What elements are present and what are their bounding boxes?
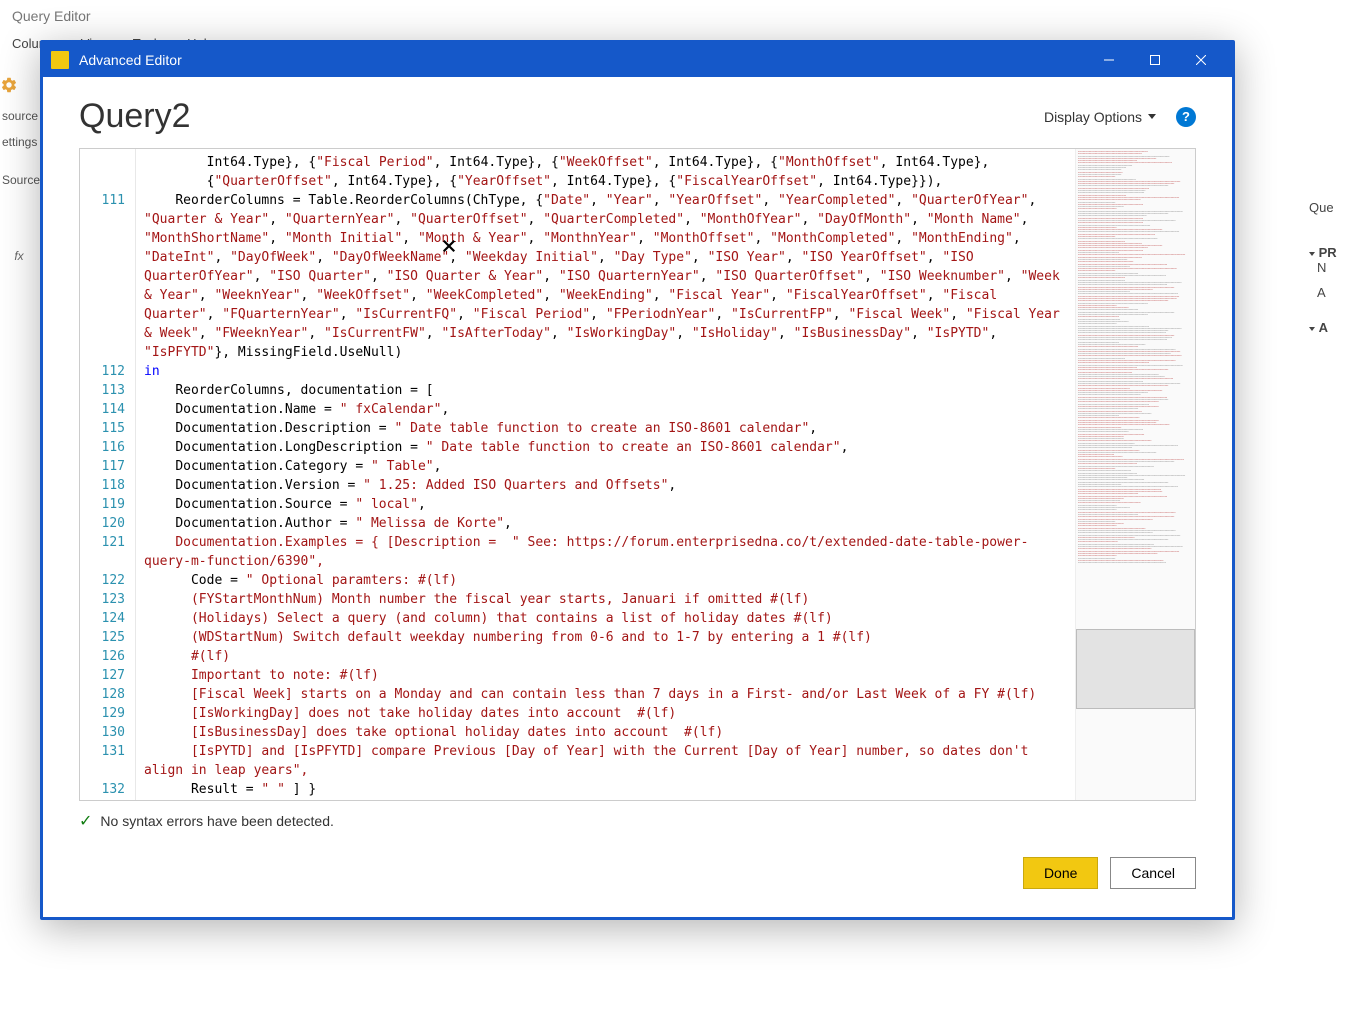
cancel-button[interactable]: Cancel [1110, 857, 1196, 889]
maximize-button[interactable] [1132, 43, 1178, 77]
minimize-button[interactable] [1086, 43, 1132, 77]
minimap[interactable]: xxxxxxxxxxxxxxxxxxxxxxxxxxxxxxxxxxxxxxxx… [1075, 149, 1195, 800]
status-text: No syntax errors have been detected. [100, 813, 333, 829]
fx-icon[interactable]: fx [0, 243, 38, 269]
done-button[interactable]: Done [1023, 857, 1098, 889]
bg-right-pr: PR [1319, 245, 1337, 260]
chevron-down-icon [1148, 114, 1156, 119]
modal-titlebar: Advanced Editor [43, 43, 1232, 77]
advanced-editor-modal: Advanced Editor Query2 Display Options ?… [40, 40, 1235, 920]
minimap-viewport[interactable] [1076, 629, 1195, 709]
bg-window-title: Query Editor [0, 0, 1347, 32]
bg-settings-label: ettings [0, 129, 38, 155]
modal-header: Query2 Display Options ? [43, 77, 1232, 148]
bg-right-panel: Que PR N A A [1309, 200, 1347, 335]
bg-right-que: Que [1309, 200, 1347, 215]
help-button[interactable]: ? [1176, 107, 1196, 127]
gear-icon [0, 76, 18, 94]
bg-right-al: A [1319, 320, 1328, 335]
bg-sources-label: Sources [0, 167, 38, 193]
close-button[interactable] [1178, 43, 1224, 77]
bg-right-a: A [1309, 285, 1347, 300]
check-icon: ✓ [79, 811, 92, 831]
code-text-area[interactable]: Int64.Type}, {"Fiscal Period", Int64.Typ… [136, 149, 1075, 800]
display-options-dropdown[interactable]: Display Options [1044, 109, 1156, 125]
modal-footer: Done Cancel [43, 837, 1232, 917]
code-editor[interactable]: 1111121131141151161171181191201211221231… [79, 148, 1196, 801]
modal-title: Advanced Editor [79, 52, 1086, 68]
query-title: Query2 [79, 97, 1044, 136]
line-number-gutter: 1111121131141151161171181191201211221231… [80, 149, 136, 800]
bg-right-n: N [1309, 260, 1347, 275]
app-icon [51, 51, 69, 69]
bg-left-sidebar: source ettings Sources fx [0, 70, 38, 269]
bg-source-label: source [0, 103, 38, 129]
status-bar: ✓ No syntax errors have been detected. [43, 801, 1232, 837]
display-options-label: Display Options [1044, 109, 1142, 125]
minimap-content: xxxxxxxxxxxxxxxxxxxxxxxxxxxxxxxxxxxxxxxx… [1076, 149, 1195, 566]
